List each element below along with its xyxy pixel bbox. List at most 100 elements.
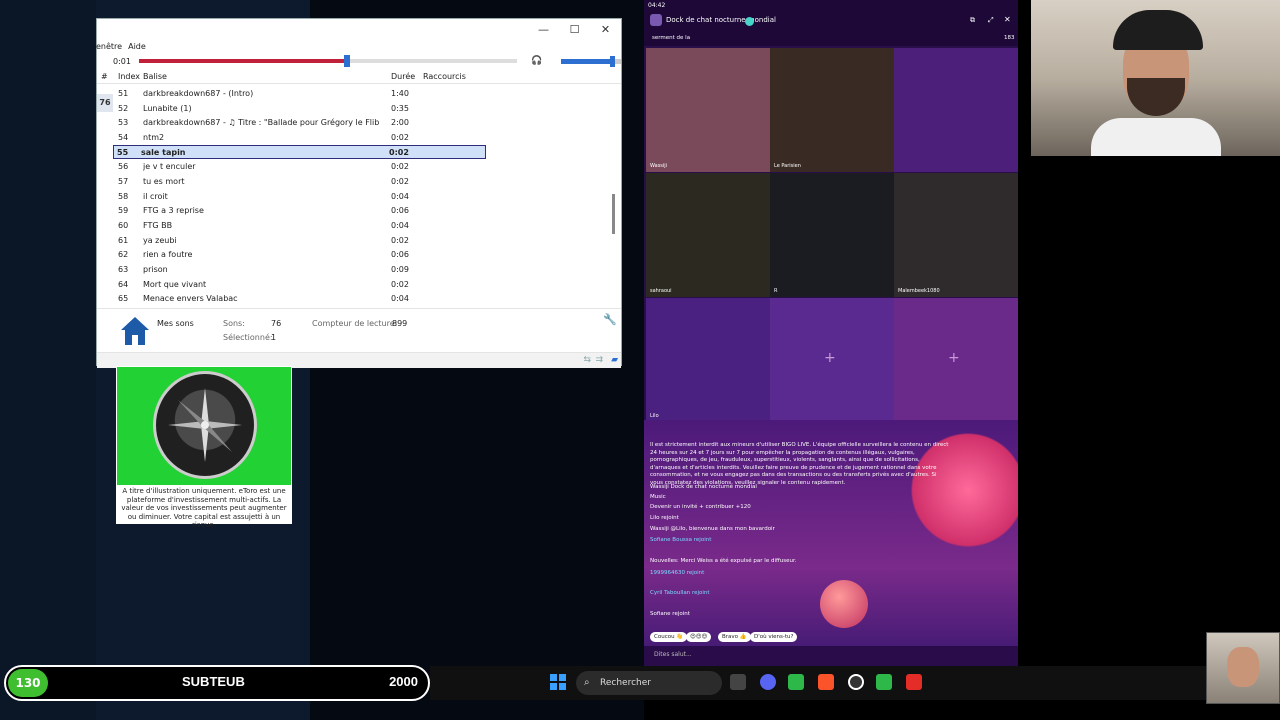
youtube-icon[interactable] <box>906 674 922 690</box>
table-row[interactable]: 58 il croit 0:04 <box>97 189 621 204</box>
selected-label: Sélectionné: <box>223 333 273 342</box>
table-row[interactable]: 63 prison 0:09 <box>97 262 621 277</box>
table-row[interactable]: 65 Menace envers Valabac 0:04 <box>97 292 621 307</box>
add-seat-icon[interactable]: + <box>948 350 960 366</box>
table-row[interactable]: 59 FTG a 3 reprise 0:06 <box>97 204 621 219</box>
video-tile[interactable]: Malembeek1080 <box>894 173 1018 297</box>
close-icon[interactable]: ✕ <box>1004 15 1011 24</box>
table-row[interactable]: 54 ntm2 0:02 <box>97 130 621 145</box>
table-row[interactable]: 62 rien a foutre 0:06 <box>97 248 621 263</box>
repeat-icon[interactable]: ⇆ <box>583 355 591 365</box>
row-duration: 0:09 <box>391 265 409 275</box>
row-duration: 0:06 <box>391 250 409 260</box>
table-row[interactable]: 52 Lunabite (1) 0:35 <box>97 101 621 116</box>
row-tag: rien a foutre <box>143 250 193 260</box>
row-tag: je v t enculer <box>143 162 196 172</box>
task-view-icon[interactable] <box>730 674 746 690</box>
obs-icon[interactable] <box>848 674 864 690</box>
quick-reply-4[interactable]: D'où viens-tu? <box>750 632 798 642</box>
table-row[interactable]: 64 Mort que vivant 0:02 <box>97 277 621 292</box>
column-duration[interactable]: Durée <box>391 72 423 81</box>
minimize-button[interactable]: — <box>528 23 559 36</box>
video-tile[interactable]: Lilo <box>646 298 770 422</box>
webcam-shirt <box>1091 118 1221 156</box>
quick-reply-1[interactable]: Coucou 👋 <box>650 632 688 642</box>
headphones-icon[interactable]: 🎧 <box>531 56 542 66</box>
chat-icon[interactable]: ▰ <box>611 355 618 365</box>
table-row[interactable]: 57 tu es mort 0:02 <box>97 174 621 189</box>
etoro-ad[interactable]: A titre d'illustration uniquement. eToro… <box>116 366 292 529</box>
seek-slider[interactable] <box>138 55 518 67</box>
row-index: 55 <box>117 147 129 157</box>
table-row[interactable]: 56 je v t enculer 0:02 <box>97 159 621 174</box>
table-row[interactable]: 55 sale tapin 0:02 <box>113 144 486 160</box>
discord-icon[interactable] <box>760 674 776 690</box>
tile-username: Malembeek1080 <box>898 288 940 294</box>
quick-reply-3[interactable]: Bravo 👍 <box>718 632 751 642</box>
row-tag: Menace envers Valabac <box>143 294 238 304</box>
seek-thumb[interactable] <box>344 55 351 67</box>
video-tile[interactable] <box>894 48 1018 172</box>
column-index[interactable]: Index <box>113 72 143 81</box>
row-tag: FTG a 3 reprise <box>143 206 204 216</box>
wrench-icon[interactable]: 🔧 <box>603 313 617 326</box>
chat-message: Nouvelles: Merci Weiss a été expulsé par… <box>650 558 797 564</box>
column-hash[interactable]: # <box>97 72 113 81</box>
room-avatar[interactable] <box>650 14 662 26</box>
maximize-button[interactable]: ☐ <box>559 23 590 36</box>
start-square <box>550 674 557 681</box>
money-app-icon[interactable] <box>876 674 892 690</box>
verified-icon <box>745 17 754 26</box>
video-tile[interactable]: + <box>770 298 894 422</box>
column-tag[interactable]: Balise <box>143 72 391 81</box>
table-row[interactable]: 61 ya zeubi 0:02 <box>97 233 621 248</box>
table-row[interactable]: 60 FTG BB 0:04 <box>97 218 621 233</box>
volume-slider[interactable] <box>560 55 621 67</box>
tile-username: R <box>774 288 778 294</box>
volume-fill <box>560 58 612 64</box>
tile-username: Wassiji <box>650 163 668 169</box>
brave-browser-icon[interactable] <box>818 674 834 690</box>
chat-message: Sofiane Boussa rejoint <box>650 537 712 543</box>
forward-icon[interactable]: ⇉ <box>595 355 603 365</box>
menu-help[interactable]: Aide <box>128 42 152 51</box>
row-index: 59 <box>118 206 129 216</box>
volume-thumb[interactable] <box>609 55 615 67</box>
row-duration: 0:02 <box>389 147 409 157</box>
start-square <box>559 674 566 681</box>
chat-input[interactable]: Dites salut... <box>644 646 1018 666</box>
list-header: # Index Balise Durée Raccourcis <box>97 69 621 84</box>
sound-list[interactable]: 76 51 darkbreakdown687 - (Intro) 1:40 52 Lun… <box>97 84 621 308</box>
video-tile[interactable]: sahraoui <box>646 173 770 297</box>
list-scrollbar[interactable] <box>612 194 615 234</box>
table-row[interactable]: 51 darkbreakdown687 - (Intro) 1:40 <box>97 86 621 101</box>
menu-bar: enêtre Aide <box>96 39 621 53</box>
add-seat-icon[interactable]: + <box>824 350 836 366</box>
video-tile[interactable]: + <box>894 298 1018 422</box>
green-app-icon[interactable] <box>788 674 804 690</box>
chat-message: Music <box>650 494 666 500</box>
windows-start-icon[interactable] <box>550 674 566 690</box>
table-row[interactable]: 53 darkbreakdown687 - ♫ Titre : "Ballade … <box>97 115 621 130</box>
folder-name: Mes sons <box>157 319 194 328</box>
row-duration: 0:02 <box>391 176 409 186</box>
selected-value: 1 <box>271 333 277 342</box>
chat-message: Devenir un invité + contribuer +120 <box>650 504 751 510</box>
expand-icon[interactable]: ⤢ <box>988 16 994 25</box>
close-button[interactable]: ✕ <box>590 23 621 36</box>
video-tile[interactable]: Wassiji <box>646 48 770 172</box>
viewer-count: 183 <box>1004 35 1015 41</box>
share-icon[interactable]: ⧉ <box>970 16 975 25</box>
search-icon: ⌕ <box>584 677 590 688</box>
video-tile[interactable]: Le Parisien <box>770 48 894 172</box>
quick-reply-2[interactable]: 😍😍😍 <box>686 632 712 642</box>
chat-area[interactable]: Il est strictement interdit aux mineurs … <box>644 420 1018 666</box>
taskbar-search[interactable]: ⌕ Rechercher <box>576 671 722 695</box>
home-folder-icon[interactable] <box>119 315 151 347</box>
column-shortcuts[interactable]: Raccourcis <box>423 72 466 81</box>
row-index: 56 <box>118 162 129 172</box>
row-tag: darkbreakdown687 - ♫ Titre : "Ballade po… <box>143 118 380 128</box>
row-index: 54 <box>118 132 129 142</box>
video-tile[interactable]: R <box>770 173 894 297</box>
menu-window[interactable]: enêtre <box>96 42 128 51</box>
